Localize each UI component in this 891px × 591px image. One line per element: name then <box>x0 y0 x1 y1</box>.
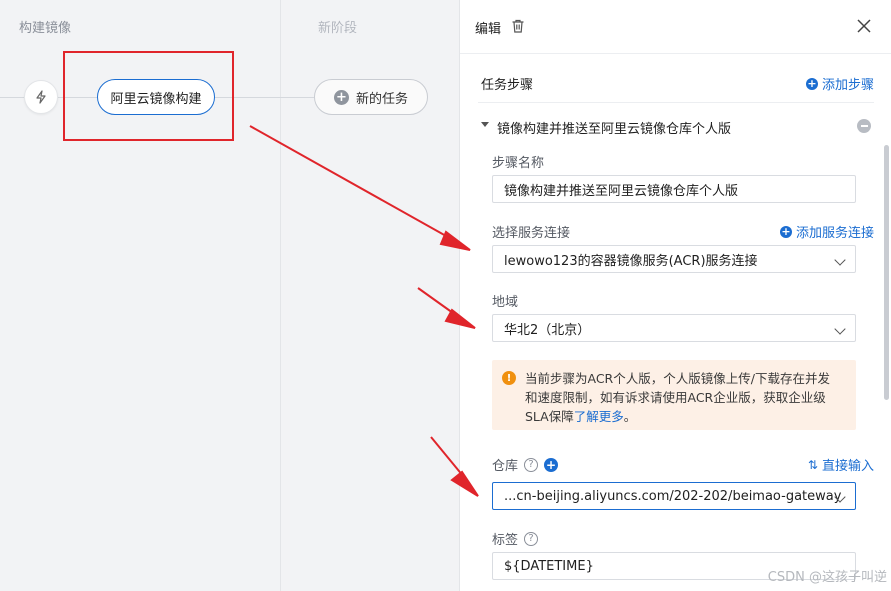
select-value: ...cn-beijing.aliyuncs.com/202-202/beima… <box>504 488 842 504</box>
input-value: 镜像构建并推送至阿里云镜像仓库个人版 <box>504 183 739 199</box>
learn-more-link[interactable]: 了解更多 <box>574 409 624 424</box>
select-value: lewowo123的容器镜像服务(ACR)服务连接 <box>504 253 758 269</box>
panel-scrollbar[interactable] <box>884 145 889 400</box>
repository-select[interactable]: ...cn-beijing.aliyuncs.com/202-202/beima… <box>492 482 856 510</box>
service-connection-select[interactable]: lewowo123的容器镜像服务(ACR)服务连接 <box>492 245 856 273</box>
lightning-icon <box>36 90 46 104</box>
stage-title[interactable]: 新阶段 <box>318 17 357 36</box>
add-service-label: 添加服务连接 <box>795 226 874 241</box>
chevron-down-icon <box>834 254 846 266</box>
step-header[interactable]: 镜像构建并推送至阿里云镜像仓库个人版 <box>478 117 874 137</box>
chevron-down-icon <box>834 323 846 335</box>
edit-panel: 编辑 任务步骤 + 添加步骤 镜像构建并推送至阿里云镜像仓库个人版 步骤名称 镜… <box>459 0 891 591</box>
annotation-highlight-box <box>63 51 234 141</box>
watermark: CSDN @这孩子叫逆 <box>767 570 887 585</box>
label-text: 步骤名称 <box>492 156 545 171</box>
trigger-button[interactable] <box>24 80 58 114</box>
new-task-label: 新的任务 <box>355 91 408 107</box>
new-task-button[interactable]: + 新的任务 <box>314 79 428 115</box>
trash-icon[interactable] <box>510 18 526 34</box>
swap-icon: ⇅ <box>807 457 818 472</box>
close-icon[interactable] <box>856 18 872 34</box>
input-value: ${DATETIME} <box>504 558 594 574</box>
plus-icon: + <box>805 77 818 90</box>
label-text: 地域 <box>492 295 519 310</box>
add-step-button[interactable]: + 添加步骤 <box>805 74 874 93</box>
label-text: 标签 <box>492 533 519 548</box>
task-steps-header: 任务步骤 + 添加步骤 <box>478 71 874 103</box>
alert-end: 。 <box>623 409 637 424</box>
panel-body: 任务步骤 + 添加步骤 镜像构建并推送至阿里云镜像仓库个人版 步骤名称 镜像构建… <box>478 54 874 591</box>
label-text: 仓库 <box>492 459 519 474</box>
section-title: 任务步骤 <box>481 78 534 93</box>
step-name-label: 步骤名称 <box>492 152 544 171</box>
add-service-connection-button[interactable]: + 添加服务连接 <box>779 222 874 241</box>
remove-step-icon[interactable] <box>857 119 871 133</box>
tag-label: 标签 ? <box>492 529 539 548</box>
caret-down-icon[interactable] <box>481 122 489 127</box>
add-step-label: 添加步骤 <box>821 78 874 93</box>
add-repository-icon[interactable]: + <box>544 457 559 472</box>
panel-header: 编辑 <box>460 0 891 54</box>
step-title: 镜像构建并推送至阿里云镜像仓库个人版 <box>497 122 732 137</box>
direct-input-toggle[interactable]: ⇅ 直接输入 <box>807 455 874 475</box>
service-connection-label: 选择服务连接 <box>492 222 570 241</box>
step-name-input[interactable]: 镜像构建并推送至阿里云镜像仓库个人版 <box>492 175 856 203</box>
region-select[interactable]: 华北2（北京） <box>492 314 856 342</box>
repository-label: 仓库 ? + <box>492 455 559 474</box>
pipeline-canvas: 构建镜像 新阶段 阿里云镜像构建 + 新的任务 <box>0 0 459 591</box>
direct-input-label: 直接输入 <box>821 459 874 474</box>
warning-icon: ! <box>502 371 516 385</box>
plus-icon: + <box>779 225 792 238</box>
acr-limit-alert: ! 当前步骤为ACR个人版，个人版镜像上传/下载存在并发和速度限制，如有诉求请使… <box>492 360 856 430</box>
plus-icon: + <box>333 89 349 105</box>
stage-title: 构建镜像 <box>19 21 72 36</box>
help-icon[interactable]: ? <box>524 457 539 472</box>
label-text: 选择服务连接 <box>492 226 571 241</box>
help-icon[interactable]: ? <box>524 531 539 546</box>
select-value: 华北2（北京） <box>504 322 591 338</box>
region-label: 地域 <box>492 291 518 310</box>
connector-line <box>0 97 24 98</box>
alert-text: 当前步骤为ACR个人版，个人版镜像上传/下载存在并发和速度限制，如有诉求请使用A… <box>525 371 830 424</box>
panel-title: 编辑 <box>475 22 502 37</box>
